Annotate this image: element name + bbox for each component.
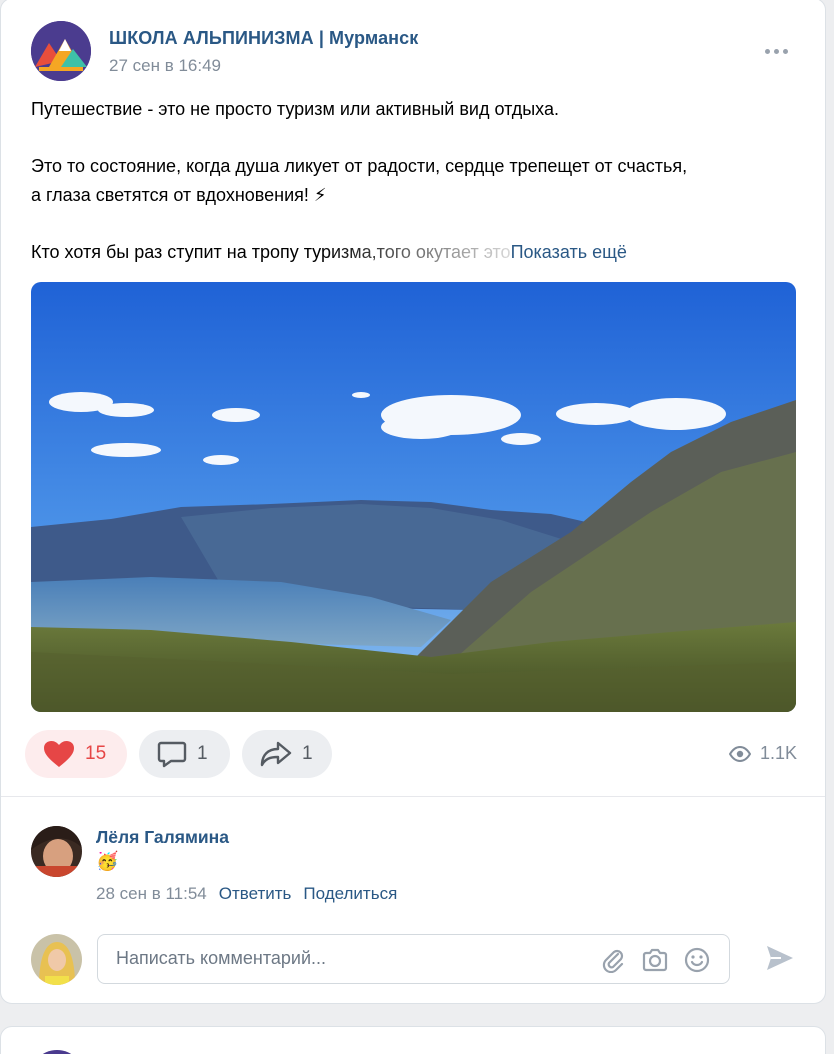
comment-box [97,934,730,984]
eye-icon [729,745,751,762]
reply-link[interactable]: Ответить [219,884,292,904]
share-count: 1 [302,743,313,764]
views-counter: 1.1K [729,743,797,764]
comment-author[interactable]: Лёля Галямина [96,827,229,848]
more-icon[interactable] [765,46,791,56]
send-icon[interactable] [765,943,795,973]
show-more-link[interactable]: Показать ещё [511,242,627,262]
post-text-line: Путешествие - это не просто туризм или а… [31,99,559,119]
comment-button[interactable]: 1 [139,730,230,778]
comment-count: 1 [197,743,208,764]
post-text-line: Это то состояние, когда душа ликует от р… [31,156,688,176]
current-user-avatar[interactable] [31,934,82,985]
next-post-card [0,1026,826,1054]
comment-meta: 28 сен в 11:54 Ответить Поделиться [96,884,397,904]
post-text-line: а глаза светятся от вдохновения! ⚡ [31,184,327,205]
heart-icon [44,741,74,767]
post-text-line: Кто хотя бы раз ступит на тропу туризма,… [31,241,511,262]
views-count: 1.1K [760,743,798,763]
divider [1,796,825,797]
camera-icon[interactable] [641,947,669,973]
post-card: ШКОЛА АЛЬПИНИЗМА | Мурманск 27 сен в 16:… [0,0,826,1004]
paperclip-icon[interactable] [601,947,625,973]
like-count: 15 [85,743,107,764]
comment-text: 🥳 [96,851,119,871]
post-text: Путешествие - это не просто туризм или а… [31,95,801,266]
post-photo[interactable] [31,282,796,712]
smile-icon[interactable] [684,947,710,973]
comment-author-avatar[interactable] [31,826,82,877]
comment-date[interactable]: 28 сен в 11:54 [96,884,207,904]
post-date[interactable]: 27 сен в 16:49 [109,56,221,76]
group-avatar[interactable] [31,21,91,81]
share-button[interactable]: 1 [242,730,332,778]
comment-input[interactable] [116,948,576,969]
group-name[interactable]: ШКОЛА АЛЬПИНИЗМА | Мурманск [109,28,418,49]
like-button[interactable]: 15 [25,730,127,778]
share-comment-link[interactable]: Поделиться [303,884,397,904]
comment-icon [157,741,187,768]
share-icon [260,741,292,767]
